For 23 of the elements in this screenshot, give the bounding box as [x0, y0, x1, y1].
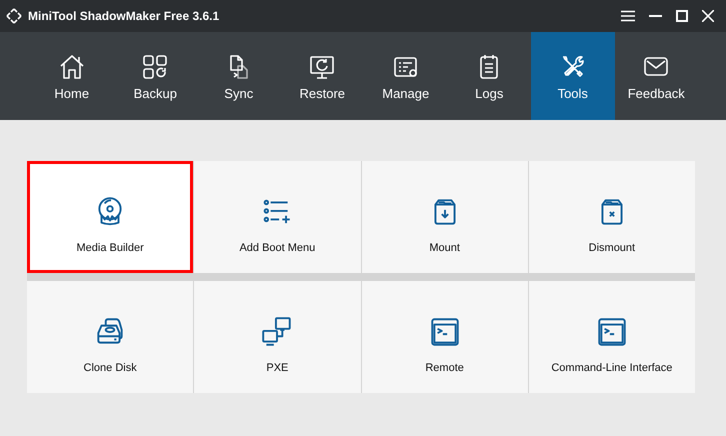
tool-tile[interactable]: Dismount	[528, 161, 695, 273]
tool-tile[interactable]: Media Builder	[27, 161, 194, 273]
tool-tile[interactable]: Mount	[362, 161, 528, 273]
tool-tile[interactable]: Clone Disk	[27, 281, 194, 393]
maximize-icon[interactable]	[676, 10, 688, 22]
menu-icon[interactable]	[621, 10, 635, 22]
tool-tile[interactable]: Command-Line Interface	[528, 281, 695, 393]
tool-tile[interactable]: Remote	[362, 281, 528, 393]
close-icon[interactable]	[702, 10, 714, 22]
home-icon	[58, 52, 86, 80]
nav-tab[interactable]: Feedback	[614, 32, 698, 120]
grid-icon	[141, 52, 170, 80]
nav-tab[interactable]: Sync	[197, 32, 280, 120]
nav-tab[interactable]: Backup	[114, 32, 197, 120]
tool-tile[interactable]: Add Boot Menu	[194, 161, 360, 273]
nav-tab[interactable]: Logs	[448, 32, 531, 120]
logo-icon	[6, 8, 22, 24]
nav-tab[interactable]: Manage	[364, 32, 448, 120]
tool-tile[interactable]: PXE	[194, 281, 360, 393]
nav-tab[interactable]: Tools	[531, 32, 614, 120]
window-title: MiniTool ShadowMaker Free 3.6.1	[28, 8, 220, 25]
nav-tab[interactable]: Home	[30, 32, 114, 120]
nav-tab[interactable]: Restore	[280, 32, 364, 120]
